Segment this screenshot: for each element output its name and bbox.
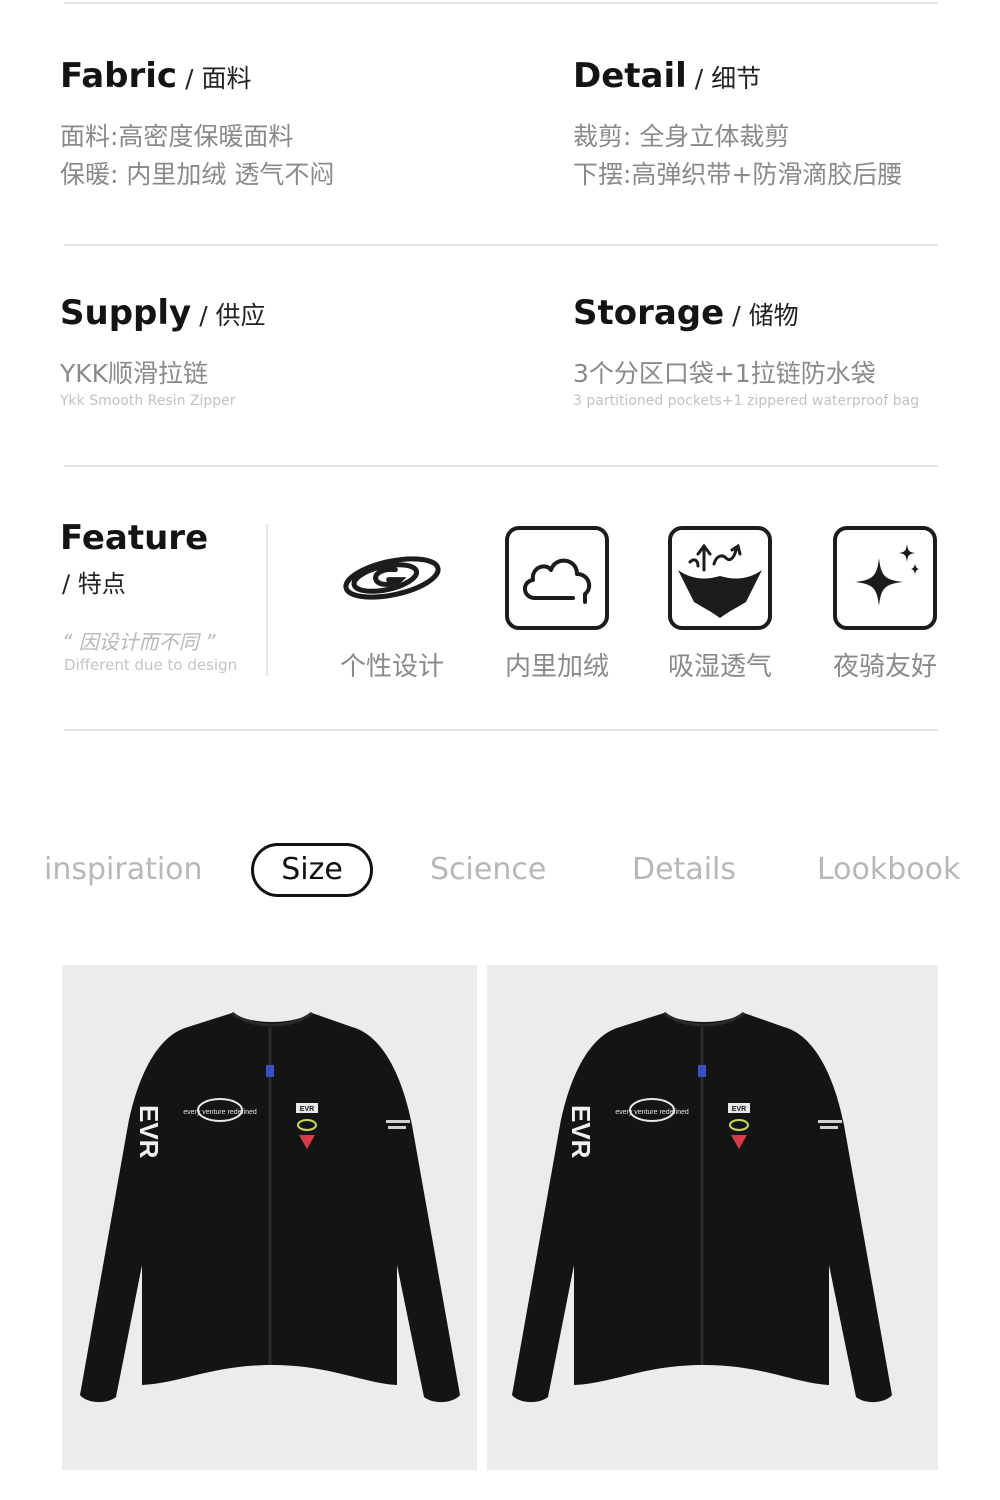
- feature-english: Different due to design: [64, 656, 238, 674]
- feature-label: 夜骑友好: [832, 652, 937, 682]
- tab-lookbook[interactable]: Lookbook: [817, 843, 960, 897]
- detail-heading: Detail / 细节: [573, 56, 762, 96]
- brand-logo-icon: [340, 526, 444, 630]
- fabric-heading: Fabric / 面料: [60, 56, 252, 96]
- top-divider: [64, 2, 938, 4]
- sleeve-print: EVR: [566, 1105, 596, 1159]
- feature-item-breathable: 吸湿透气: [650, 526, 790, 683]
- fabric-line-2: 保暖: 内里加绒 透气不闷: [60, 160, 335, 189]
- supply-section: Supply / 供应 YKK顺滑拉链 Ykk Smooth Resin Zipp…: [60, 293, 266, 409]
- tab-details[interactable]: Details: [632, 843, 736, 897]
- fabric-subtitle: / 面料: [185, 64, 252, 93]
- jacket-logo-text: EVR: [300, 1106, 314, 1113]
- cloud-icon: [505, 526, 609, 630]
- jacket-photo-front: every venture redefined EVR EVR: [62, 965, 477, 1470]
- feature-vertical-divider: [266, 524, 268, 676]
- feature-heading: Feature: [60, 518, 209, 558]
- feature-quote: “ 因设计而不同 ”: [62, 630, 216, 654]
- supply-subtitle: / 供应: [199, 301, 266, 330]
- jacket-badge-text: every venture redefined: [615, 1109, 689, 1116]
- storage-line: 3个分区口袋+1拉链防水袋: [573, 359, 876, 388]
- divider-2: [64, 465, 938, 467]
- fabric-section: Fabric / 面料 面料:高密度保暖面料 保暖: 内里加绒 透气不闷: [60, 56, 334, 194]
- storage-heading: Storage / 储物: [573, 293, 799, 333]
- sleeve-print: EVR: [134, 1105, 164, 1159]
- feature-item-fleece: 内里加绒: [487, 526, 627, 683]
- supply-line: YKK顺滑拉链: [60, 359, 209, 388]
- storage-section: Storage / 储物 3个分区口袋+1拉链防水袋 3 partitioned …: [573, 293, 919, 409]
- supply-english: Ykk Smooth Resin Zipper: [60, 393, 236, 409]
- sparkle-icon: [833, 526, 937, 630]
- feature-label: 吸湿透气: [667, 652, 772, 682]
- divider-1: [64, 244, 938, 246]
- tab-size[interactable]: Size: [251, 843, 373, 897]
- divider-3: [64, 729, 938, 731]
- jacket-photo-second: every venture redefined EVR EVR: [487, 965, 938, 1470]
- jacket-badge-text: every venture redefined: [183, 1109, 257, 1116]
- breathable-fabric-icon: [668, 526, 772, 630]
- tab-inspiration[interactable]: inspiration: [44, 843, 203, 897]
- feature-subtitle: / 特点: [62, 570, 126, 598]
- detail-section: Detail / 细节 裁剪: 全身立体裁剪 下摆:高弹织带+防滑滴胶后腰: [573, 56, 902, 194]
- tab-science[interactable]: Science: [430, 843, 546, 897]
- detail-line-1: 裁剪: 全身立体裁剪: [573, 122, 790, 151]
- detail-line-2: 下摆:高弹织带+防滑滴胶后腰: [573, 160, 903, 189]
- detail-subtitle: / 细节: [694, 64, 762, 93]
- feature-item-night-riding: 夜骑友好: [815, 526, 955, 683]
- supply-heading: Supply / 供应: [60, 293, 266, 333]
- jacket-logo-text: EVR: [732, 1106, 746, 1113]
- fabric-line-1: 面料:高密度保暖面料: [60, 122, 294, 151]
- feature-label: 个性设计: [339, 652, 444, 682]
- storage-subtitle: / 储物: [732, 301, 799, 330]
- feature-label: 内里加绒: [504, 652, 609, 682]
- storage-english: 3 partitioned pockets+1 zippered waterpr…: [573, 393, 920, 409]
- feature-item-design: 个性设计: [322, 526, 462, 683]
